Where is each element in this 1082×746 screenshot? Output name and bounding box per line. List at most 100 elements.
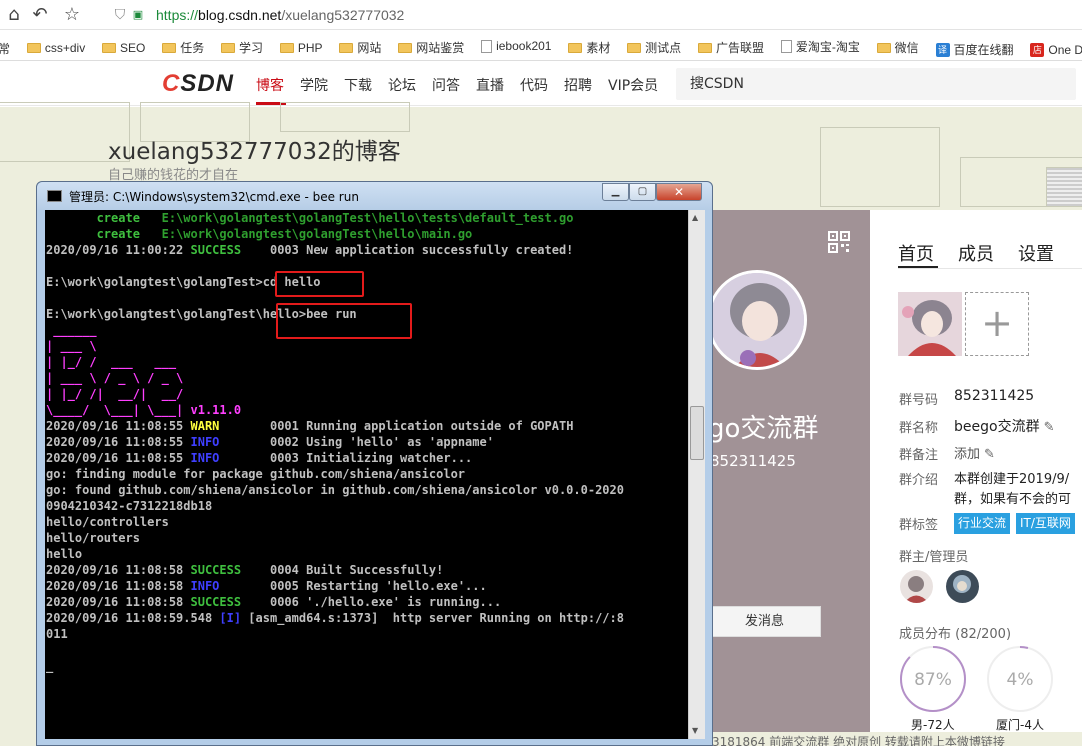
console-segment: 2020/09/16 11:08:55: [46, 419, 191, 433]
add-remark-link[interactable]: 添加: [954, 447, 980, 462]
blog-title[interactable]: xuelang532777032的博客: [108, 132, 401, 166]
console-segment: go: found github.com/shiena/ansicolor in…: [46, 483, 624, 497]
bookmark-item[interactable]: 测试点: [627, 33, 682, 61]
console-line: E:\work\golangtest\golangTest>cd hello: [46, 274, 688, 290]
console-line: _: [46, 658, 688, 674]
console-line: | ___ \: [46, 338, 688, 354]
bg-decoration: [820, 127, 940, 207]
field-label-name: 群名称: [899, 421, 939, 436]
nav-qa[interactable]: 问答: [432, 75, 460, 95]
search-input[interactable]: [676, 68, 1076, 100]
console-line: 2020/09/16 11:08:55 INFO 0002 Using 'hel…: [46, 434, 688, 450]
bookmark-item[interactable]: SEO: [102, 33, 145, 61]
gender-percent: 87%: [914, 670, 952, 690]
field-label-intro: 群介绍: [899, 473, 939, 488]
tab-home[interactable]: 首页: [898, 240, 934, 266]
bookmark-item[interactable]: 常: [0, 33, 10, 60]
admin-avatar[interactable]: [946, 570, 979, 603]
nav-code[interactable]: 代码: [520, 75, 548, 95]
tag-industry[interactable]: 行业交流: [954, 513, 1011, 534]
tab-members[interactable]: 成员: [958, 240, 994, 266]
tab-settings[interactable]: 设置: [1018, 240, 1054, 266]
console-segment: 2020/09/16 11:00:22: [46, 243, 191, 257]
region-label: 厦门-4人: [996, 718, 1044, 732]
console-segment: [46, 227, 97, 241]
scroll-down-icon[interactable]: ▼: [692, 726, 698, 735]
back-icon[interactable]: ↶: [28, 3, 52, 27]
bookmark-item[interactable]: PHP: [279, 33, 323, 61]
bookmark-label: 网站: [357, 41, 382, 55]
minimize-icon[interactable]: ▁: [602, 183, 629, 201]
bookmark-item[interactable]: css+div: [26, 33, 85, 61]
console-line: create E:\work\golangtest\golangTest\hel…: [46, 226, 688, 242]
bookmark-item[interactable]: 广告联盟: [698, 33, 765, 61]
console-segment: 0002 Using 'hello' as 'appname': [219, 435, 494, 449]
edit-icon[interactable]: ✎: [1044, 420, 1055, 435]
bookmark-item[interactable]: 素材: [568, 33, 611, 61]
bookmark-item[interactable]: 店One Day 特: [1030, 35, 1082, 61]
star-icon[interactable]: ☆: [60, 3, 84, 27]
console-segment: ______: [46, 323, 97, 337]
add-photo-button[interactable]: +: [965, 292, 1029, 356]
scroll-thumb[interactable]: [690, 406, 704, 460]
console-segment: INFO: [190, 435, 220, 449]
bookmark-label: 广告联盟: [716, 41, 765, 55]
nav-download[interactable]: 下载: [344, 75, 372, 95]
console-segment: E:\work\golangtest\golangTest\hello\main…: [161, 227, 473, 241]
bookmark-item[interactable]: 爱淘宝-淘宝: [780, 31, 860, 60]
bookmark-item[interactable]: iebook201: [481, 31, 552, 60]
bg-decoration: [1046, 167, 1082, 207]
console-segment: INFO: [190, 451, 220, 465]
scroll-up-icon[interactable]: ▲: [692, 213, 698, 222]
folder-icon: [26, 42, 41, 53]
console-output[interactable]: create E:\work\golangtest\golangTest\hel…: [45, 210, 688, 739]
field-value-remark[interactable]: 添加 ✎: [954, 443, 995, 462]
bookmark-item[interactable]: 网站鉴赏: [398, 33, 464, 61]
nav-forum[interactable]: 论坛: [388, 75, 416, 95]
console-segment: 2020/09/16 11:08:58: [46, 595, 191, 609]
scrollbar[interactable]: ▲ ▼: [688, 210, 705, 739]
bookmark-label: iebook201: [496, 39, 552, 53]
maximize-icon[interactable]: ▢: [629, 183, 656, 201]
nav-vip[interactable]: VIP会员: [608, 75, 658, 95]
bookmark-label: 测试点: [645, 41, 682, 55]
url-field[interactable]: https://blog.csdn.net/xuelang532777032: [156, 4, 404, 26]
field-label-remark: 群备注: [899, 448, 939, 463]
console-line: 2020/09/16 11:08:58 SUCCESS 0006 './hell…: [46, 594, 688, 610]
send-message-button[interactable]: 发消息: [708, 606, 821, 637]
folder-icon: [162, 42, 177, 53]
bookmark-item[interactable]: 任务: [162, 33, 204, 61]
tag-it[interactable]: IT/互联网: [1016, 513, 1075, 534]
console-line: \____/ \___| \___| v1.11.0: [46, 402, 688, 418]
cmd-window[interactable]: 管理员: C:\Windows\system32\cmd.exe - bee r…: [36, 181, 713, 746]
csdn-logo[interactable]: CSDN: [162, 70, 234, 98]
home-icon[interactable]: ⌂: [2, 3, 26, 27]
qrcode-icon[interactable]: [828, 231, 850, 253]
nav-academy[interactable]: 学院: [300, 75, 328, 95]
field-label-number: 群号码: [899, 393, 939, 408]
nav-live[interactable]: 直播: [476, 75, 504, 95]
console-segment: 0004 Built Successfully!: [241, 563, 444, 577]
console-segment: hello: [46, 547, 83, 561]
field-label-tags: 群标签: [899, 518, 939, 533]
console-line: 011: [46, 626, 688, 642]
group-avatar[interactable]: [707, 270, 807, 370]
close-icon[interactable]: ✕: [656, 183, 702, 201]
bookmark-item[interactable]: 网站: [339, 33, 382, 61]
nav-blog[interactable]: 博客: [256, 75, 284, 95]
group-id-large: 852311425: [710, 452, 796, 470]
edit-icon[interactable]: ✎: [984, 447, 995, 462]
console-line: 2020/09/16 11:00:22 SUCCESS 0003 New app…: [46, 242, 688, 258]
bookmark-item[interactable]: 微信: [876, 33, 919, 61]
group-photo-thumbnail[interactable]: [898, 292, 962, 356]
field-value-intro-line2: 群，如果有不会的可: [954, 492, 1072, 507]
bookmark-item[interactable]: 译百度在线翻: [935, 35, 1014, 61]
group-name-large: go交流群: [708, 414, 819, 444]
bookmark-label: 素材: [586, 41, 611, 55]
admin-avatar[interactable]: [900, 570, 933, 603]
bookmark-item[interactable]: 学习: [221, 33, 263, 61]
nav-jobs[interactable]: 招聘: [564, 75, 592, 95]
cmd-titlebar[interactable]: 管理员: C:\Windows\system32\cmd.exe - bee r…: [37, 182, 712, 210]
